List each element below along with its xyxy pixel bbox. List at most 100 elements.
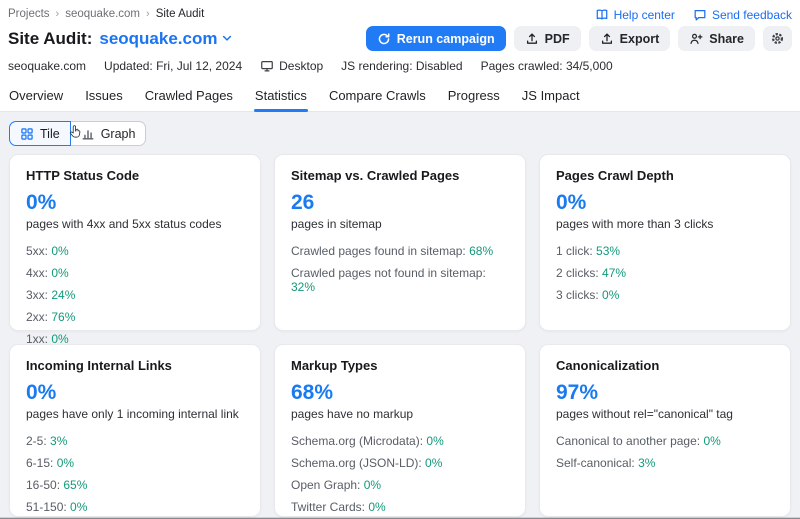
breadcrumb: Projects › seoquake.com › Site Audit	[8, 6, 204, 20]
stat-label: Crawled pages found in sitemap:	[291, 244, 466, 258]
card-subtitle: pages in sitemap	[291, 217, 509, 231]
stat-card-incoming-internal-links: Incoming Internal Links 0% pages have on…	[9, 344, 261, 517]
stat-card-sitemap-vs-crawled: Sitemap vs. Crawled Pages 26 pages in si…	[274, 154, 526, 331]
meta-updated: Updated: Fri, Jul 12, 2024	[104, 59, 242, 73]
stat-line-1-click: 1 click: 53%	[556, 244, 774, 258]
breadcrumb-domain[interactable]: seoquake.com	[65, 8, 140, 20]
settings-button[interactable]	[763, 26, 792, 51]
stat-line-4xx: 4xx: 0%	[26, 266, 244, 280]
domain-selector[interactable]: seoquake.com	[99, 29, 233, 49]
card-stat-list: 1 click: 53% 2 clicks: 47% 3 clicks: 0%	[556, 244, 774, 302]
stat-value[interactable]: 3%	[638, 456, 655, 470]
stat-label: Schema.org (Microdata):	[291, 434, 423, 448]
tab-statistics[interactable]: Statistics	[254, 82, 308, 111]
send-feedback-link[interactable]: Send feedback	[693, 8, 792, 22]
stat-value[interactable]: 0%	[51, 266, 68, 280]
card-title: Canonicalization	[556, 358, 774, 373]
stat-label: Self-canonical:	[556, 456, 635, 470]
stat-value[interactable]: 0%	[70, 500, 87, 514]
stat-line-self-canonical: Self-canonical: 3%	[556, 456, 774, 470]
stat-label: 5xx:	[26, 244, 48, 258]
share-button[interactable]: Share	[678, 26, 755, 51]
stat-label: 3 clicks:	[556, 288, 599, 302]
pdf-button[interactable]: PDF	[514, 26, 581, 51]
stat-label: Open Graph:	[291, 478, 360, 492]
stat-value[interactable]: 0%	[57, 456, 74, 470]
stat-value[interactable]: 0%	[51, 244, 68, 258]
breadcrumb-separator: ›	[146, 8, 150, 20]
breadcrumb-separator: ›	[56, 8, 60, 20]
graph-view-button[interactable]: Graph	[71, 121, 147, 146]
stat-label: 2-5:	[26, 434, 47, 448]
stat-value[interactable]: 0%	[364, 478, 381, 492]
tab-js-impact[interactable]: JS Impact	[521, 82, 581, 111]
stat-line-twitter-cards: Twitter Cards: 0%	[291, 500, 509, 514]
rerun-campaign-button[interactable]: Rerun campaign	[366, 26, 506, 51]
stat-value[interactable]: 0%	[703, 434, 720, 448]
stat-value[interactable]: 32%	[291, 280, 315, 294]
send-feedback-label: Send feedback	[712, 8, 792, 22]
card-subtitle: pages with 4xx and 5xx status codes	[26, 217, 244, 231]
breadcrumb-projects[interactable]: Projects	[8, 8, 50, 20]
stat-line-schema-jsonld: Schema.org (JSON-LD): 0%	[291, 456, 509, 470]
stat-line-6-15: 6-15: 0%	[26, 456, 244, 470]
stat-label: 2xx:	[26, 310, 48, 324]
stat-label: 16-50:	[26, 478, 60, 492]
stat-card-http-status-code: HTTP Status Code 0% pages with 4xx and 5…	[9, 154, 261, 331]
card-value: 0%	[556, 191, 774, 214]
stat-line-51-150: 51-150: 0%	[26, 500, 244, 514]
stat-value[interactable]: 65%	[63, 478, 87, 492]
stat-card-markup-types: Markup Types 68% pages have no markup Sc…	[274, 344, 526, 517]
export-label: Export	[620, 32, 660, 46]
tab-issues[interactable]: Issues	[84, 82, 124, 111]
card-title: Sitemap vs. Crawled Pages	[291, 168, 509, 183]
card-stat-list: Schema.org (Microdata): 0% Schema.org (J…	[291, 434, 509, 519]
card-title: Pages Crawl Depth	[556, 168, 774, 183]
tab-crawled-pages[interactable]: Crawled Pages	[144, 82, 234, 111]
help-center-label: Help center	[614, 8, 675, 22]
stat-value[interactable]: 24%	[51, 288, 75, 302]
view-toggle: Tile Graph	[9, 121, 146, 146]
stat-label: Crawled pages not found in sitemap:	[291, 266, 486, 280]
stat-cards-grid: HTTP Status Code 0% pages with 4xx and 5…	[9, 154, 791, 517]
card-title: Markup Types	[291, 358, 509, 373]
card-stat-list: Canonical to another page: 0% Self-canon…	[556, 434, 774, 470]
stat-label: 1 click:	[556, 244, 593, 258]
card-subtitle: pages have only 1 incoming internal link	[26, 407, 244, 421]
stat-value[interactable]: 47%	[602, 266, 626, 280]
stat-value[interactable]: 68%	[469, 244, 493, 258]
card-value: 68%	[291, 381, 509, 404]
stat-label: 51-150:	[26, 500, 67, 514]
stat-value[interactable]: 0%	[425, 456, 442, 470]
stat-line-2-clicks: 2 clicks: 47%	[556, 266, 774, 280]
stat-value[interactable]: 3%	[50, 434, 67, 448]
stat-line-open-graph: Open Graph: 0%	[291, 478, 509, 492]
card-title: Incoming Internal Links	[26, 358, 244, 373]
meta-domain: seoquake.com	[8, 59, 86, 73]
tab-overview[interactable]: Overview	[8, 82, 64, 111]
stat-label: 4xx:	[26, 266, 48, 280]
card-subtitle: pages have no markup	[291, 407, 509, 421]
pdf-label: PDF	[545, 32, 570, 46]
stat-value[interactable]: 0%	[368, 500, 385, 514]
page-title: Site Audit:	[8, 29, 92, 49]
stat-line-2-5: 2-5: 3%	[26, 434, 244, 448]
stat-line-3xx: 3xx: 24%	[26, 288, 244, 302]
help-center-link[interactable]: Help center	[595, 8, 675, 22]
tile-view-label: Tile	[40, 127, 60, 141]
stat-value[interactable]: 0%	[426, 434, 443, 448]
stat-line-2xx: 2xx: 76%	[26, 310, 244, 324]
stat-line-canonical-to-another: Canonical to another page: 0%	[556, 434, 774, 448]
stat-value[interactable]: 53%	[596, 244, 620, 258]
card-value: 0%	[26, 191, 244, 214]
stat-value[interactable]: 0%	[602, 288, 619, 302]
tab-progress[interactable]: Progress	[447, 82, 501, 111]
stat-value[interactable]: 76%	[51, 310, 75, 324]
card-value: 0%	[26, 381, 244, 404]
tab-compare-crawls[interactable]: Compare Crawls	[328, 82, 427, 111]
tile-view-button[interactable]: Tile	[9, 121, 71, 146]
export-button[interactable]: Export	[589, 26, 671, 51]
stat-label: 3xx:	[26, 288, 48, 302]
card-subtitle: pages with more than 3 clicks	[556, 217, 774, 231]
stat-line-schema-microdata: Schema.org (Microdata): 0%	[291, 434, 509, 448]
